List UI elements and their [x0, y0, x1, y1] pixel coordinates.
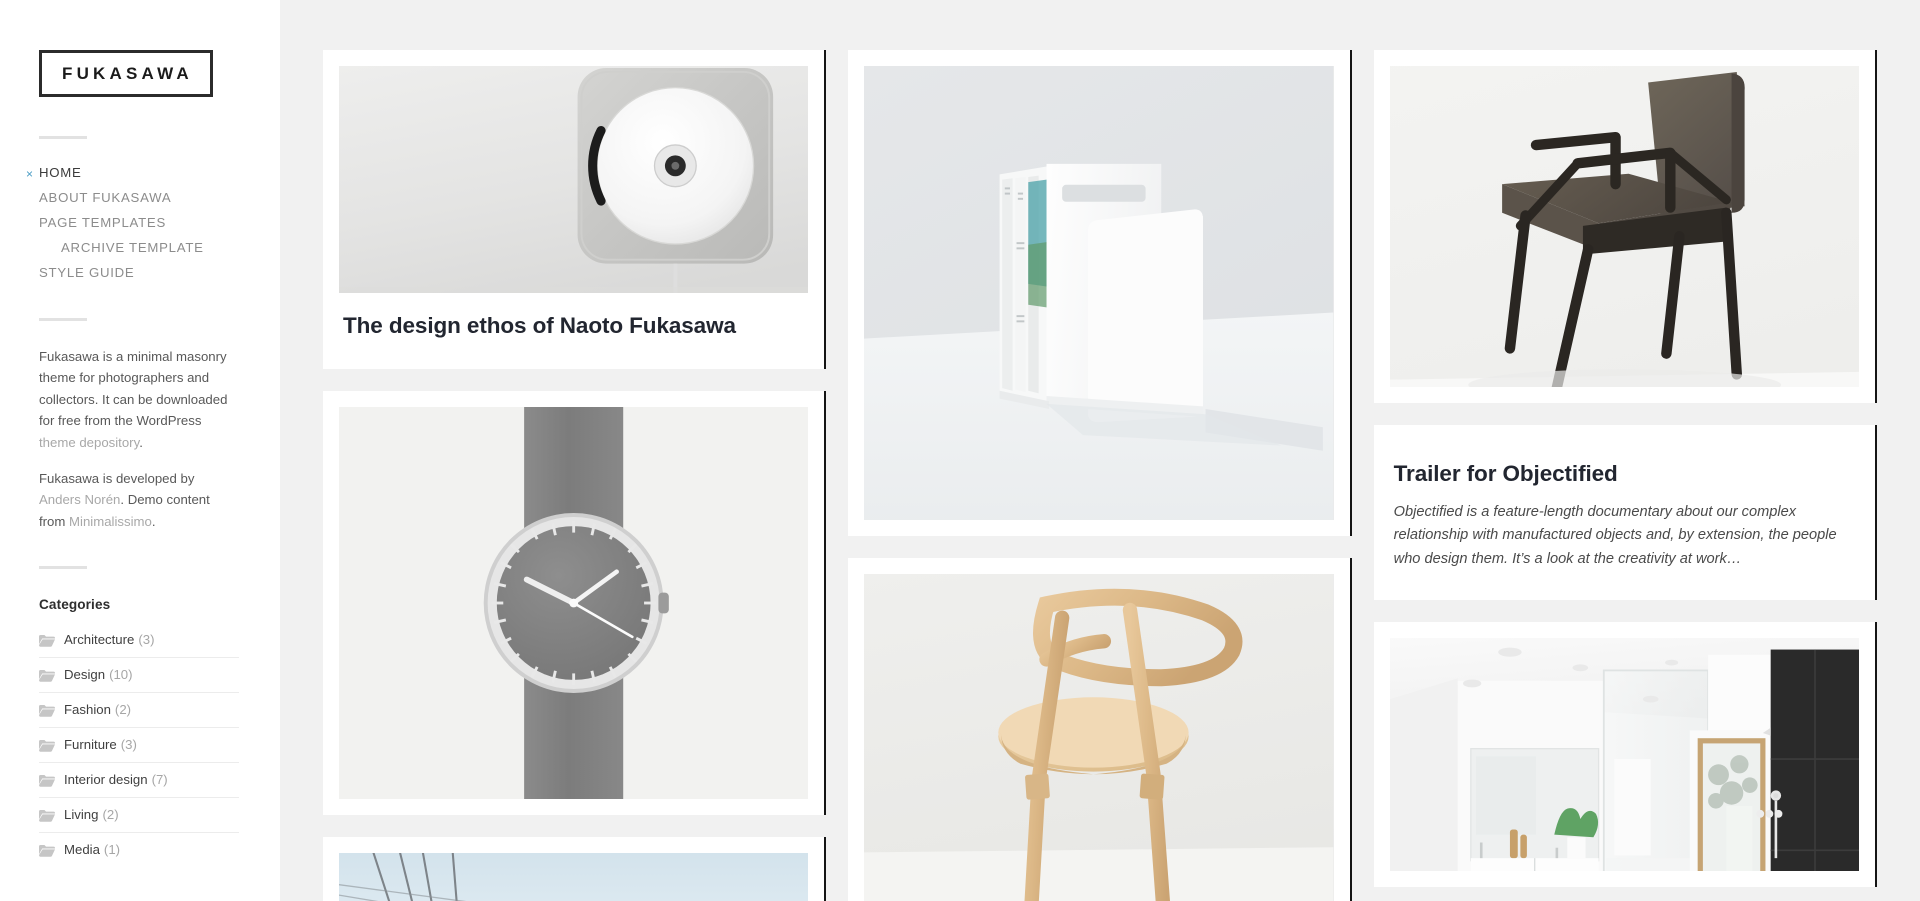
post-excerpt: Objectified is a feature-length document…	[1393, 503, 1837, 567]
category-count-fashion: (2)	[114, 702, 132, 717]
nav-item-home[interactable]: × HOME	[26, 164, 239, 182]
site-title: FUKASAWA	[62, 64, 193, 83]
nav-item-page-templates[interactable]: PAGE TEMPLATES	[39, 214, 239, 232]
category-link-fashion[interactable]: Fashion	[64, 702, 111, 717]
masonry-container: The design ethos of Naoto Fukasawa Trail…	[323, 50, 1877, 901]
nav-item-style-guide[interactable]: STYLE GUIDE	[39, 264, 239, 282]
category-count-architecture: (3)	[138, 632, 155, 647]
post-card-bathroom[interactable]	[1373, 621, 1877, 887]
divider-bottom	[39, 566, 87, 569]
about-theme-depository-link[interactable]: theme depository	[39, 435, 139, 450]
post-card-objectified[interactable]: Trailer for Objectified Objectified is a…	[1373, 425, 1877, 600]
main-navigation: × HOME ABOUT FUKASAWA PAGE TEMPLATES ARC…	[26, 164, 239, 282]
category-link-interior-design[interactable]: Interior design	[64, 772, 148, 787]
category-count-design: (10)	[109, 667, 133, 682]
categories-list: Architecture (3) Design (10) Fashion (2)	[39, 623, 239, 867]
masonry-column-1: The design ethos of Naoto Fukasawa	[323, 50, 827, 901]
about-p1-text-a: Fukasawa is a minimal masonry theme for …	[39, 349, 228, 429]
post-thumbnail-armchair[interactable]	[1389, 66, 1859, 387]
post-card-armchair[interactable]	[1373, 50, 1877, 403]
page-root: FUKASAWA × HOME ABOUT FUKASAWA PAGE TEMP…	[0, 0, 1920, 901]
post-thumbnail-cd-player[interactable]	[339, 66, 809, 293]
divider-middle	[39, 318, 87, 321]
post-title[interactable]: The design ethos of Naoto Fukasawa	[343, 311, 804, 341]
category-item-furniture[interactable]: Furniture (3)	[39, 728, 239, 763]
post-thumbnail-watch[interactable]	[339, 406, 809, 799]
folder-icon	[39, 809, 55, 822]
folder-icon	[39, 844, 55, 857]
nav-list: × HOME ABOUT FUKASAWA PAGE TEMPLATES ARC…	[26, 164, 239, 282]
post-card-magazine-holder[interactable]	[848, 50, 1352, 536]
site-logo[interactable]: FUKASAWA	[39, 50, 213, 97]
folder-icon	[39, 704, 55, 717]
about-p2-text-c: .	[151, 513, 156, 529]
category-link-design[interactable]: Design	[64, 667, 105, 682]
post-title[interactable]: Trailer for Objectified	[1394, 459, 1855, 489]
nav-link-home[interactable]: HOME	[39, 164, 82, 182]
category-item-fashion[interactable]: Fashion (2)	[39, 693, 239, 728]
post-card-house[interactable]	[323, 836, 827, 901]
about-anders-noren-link[interactable]: Anders Norén	[39, 492, 120, 507]
masonry-column-3: Trailer for Objectified Objectified is a…	[1373, 50, 1877, 887]
category-link-furniture[interactable]: Furniture	[64, 737, 117, 752]
about-p2-text-a: Fukasawa is developed by	[39, 470, 195, 486]
nav-link-style-guide[interactable]: STYLE GUIDE	[39, 264, 134, 282]
folder-icon	[39, 774, 55, 787]
category-item-media[interactable]: Media (1)	[39, 833, 239, 867]
current-marker-icon: ×	[26, 167, 34, 181]
folder-icon	[39, 634, 55, 647]
nav-link-about[interactable]: ABOUT FUKASAWA	[39, 189, 171, 207]
post-card-watch[interactable]	[323, 390, 827, 815]
post-thumbnail-bathroom[interactable]	[1389, 637, 1859, 871]
divider-top	[39, 136, 87, 139]
sidebar: FUKASAWA × HOME ABOUT FUKASAWA PAGE TEMP…	[0, 0, 280, 901]
folder-icon	[39, 739, 55, 752]
nav-item-about[interactable]: ABOUT FUKASAWA	[39, 189, 239, 207]
about-paragraph-1: Fukasawa is a minimal masonry theme for …	[39, 346, 239, 453]
category-count-furniture: (3)	[120, 737, 137, 752]
nav-link-archive-template[interactable]: ARCHIVE TEMPLATE	[61, 239, 204, 257]
category-link-living[interactable]: Living	[64, 807, 98, 822]
post-thumbnail-house[interactable]	[339, 852, 809, 901]
category-item-design[interactable]: Design (10)	[39, 658, 239, 693]
category-item-interior-design[interactable]: Interior design (7)	[39, 763, 239, 798]
about-paragraph-2: Fukasawa is developed by Anders Norén. D…	[39, 468, 239, 532]
category-item-living[interactable]: Living (2)	[39, 798, 239, 833]
category-count-interior-design: (7)	[151, 772, 168, 787]
category-link-architecture[interactable]: Architecture	[64, 632, 134, 647]
masonry-column-2	[848, 50, 1352, 901]
post-grid: The design ethos of Naoto Fukasawa Trail…	[280, 0, 1920, 901]
categories-widget-title: Categories	[39, 597, 111, 612]
post-thumbnail-magazine-holder[interactable]	[864, 66, 1334, 520]
nav-link-page-templates[interactable]: PAGE TEMPLATES	[39, 214, 166, 232]
about-p1-text-b: .	[139, 434, 143, 450]
post-card-wooden-chair[interactable]	[848, 558, 1352, 901]
post-thumbnail-wooden-chair[interactable]	[864, 574, 1334, 901]
about-minimalissimo-link[interactable]: Minimalissimo	[69, 514, 152, 529]
category-item-architecture[interactable]: Architecture (3)	[39, 623, 239, 658]
folder-icon	[39, 669, 55, 682]
post-card-design-ethos[interactable]: The design ethos of Naoto Fukasawa	[323, 50, 827, 369]
nav-item-archive-template[interactable]: ARCHIVE TEMPLATE	[39, 239, 239, 257]
about-widget: Fukasawa is a minimal masonry theme for …	[39, 346, 239, 532]
category-count-media: (1)	[103, 842, 121, 857]
category-link-media[interactable]: Media	[64, 842, 100, 857]
category-count-living: (2)	[102, 807, 119, 822]
